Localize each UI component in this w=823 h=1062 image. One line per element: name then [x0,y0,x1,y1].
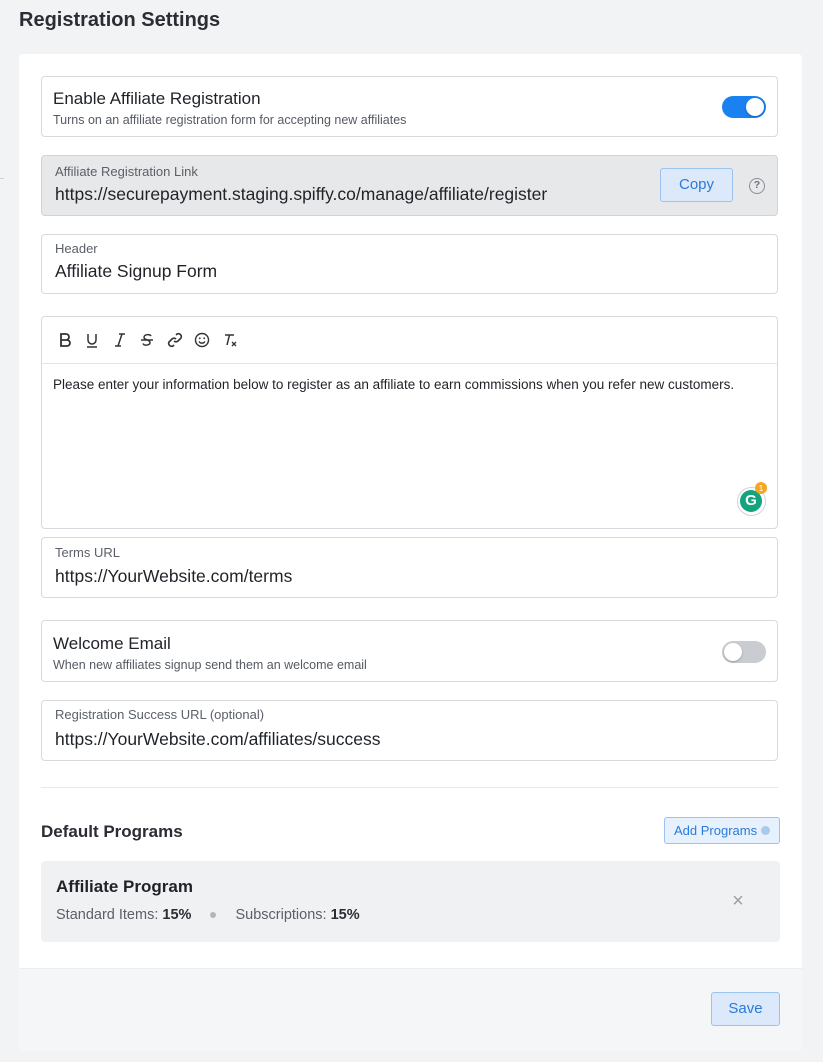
enable-registration-description: Turns on an affiliate registration form … [53,113,407,127]
bold-icon[interactable] [56,331,74,349]
description-editor: Please enter your information below to r… [41,316,778,529]
grammarly-icon[interactable]: G 1 [737,482,767,516]
remove-program-icon[interactable]: × [729,891,747,911]
enable-registration-row: Enable Affiliate Registration Turns on a… [41,76,778,137]
terms-url-label: Terms URL [55,545,121,560]
help-icon[interactable]: ? [749,178,765,194]
italic-icon[interactable] [111,331,129,349]
grammarly-count-badge: 1 [755,482,767,494]
enable-registration-toggle[interactable] [722,96,766,118]
settings-card: Enable Affiliate Registration Turns on a… [19,54,802,1051]
default-programs-title: Default Programs [41,822,183,841]
card-footer: Save [19,968,802,1051]
toggle-knob [724,643,742,661]
registration-link-field: Affiliate Registration Link https://secu… [41,155,778,216]
terms-url-field[interactable]: Terms URL https://YourWebsite.com/terms [41,537,778,598]
program-name: Affiliate Program [56,877,193,896]
program-card: Affiliate Program Standard Items: 15% Su… [41,861,780,942]
header-field-label: Header [55,241,98,256]
success-url-label: Registration Success URL (optional) [55,707,265,722]
editor-content[interactable]: Please enter your information below to r… [53,375,743,395]
success-url-field[interactable]: Registration Success URL (optional) http… [41,700,778,761]
subscriptions-label: Subscriptions: [235,907,327,923]
page-title: Registration Settings [19,9,221,31]
header-field-value[interactable]: Affiliate Signup Form [55,261,217,282]
section-divider [41,787,778,788]
separator-dot [210,912,217,919]
toggle-knob [746,98,764,116]
editor-toolbar [42,317,777,364]
clear-format-icon[interactable] [221,331,239,349]
registration-link-value[interactable]: https://securepayment.staging.spiffy.co/… [55,184,547,205]
underline-icon[interactable] [83,331,101,349]
standard-items-value: 15% [162,907,192,923]
welcome-email-title: Welcome Email [53,634,171,653]
add-programs-label: Add Programs [674,823,758,838]
add-programs-button[interactable]: Add Programs [664,817,780,844]
welcome-email-description: When new affiliates signup send them an … [53,658,367,672]
welcome-email-toggle[interactable] [722,641,766,663]
program-commissions: Standard Items: 15% Subscriptions: 15% [56,907,360,923]
welcome-email-row: Welcome Email When new affiliates signup… [41,620,778,682]
success-url-value[interactable]: https://YourWebsite.com/affiliates/succe… [55,729,381,750]
enable-registration-title: Enable Affiliate Registration [53,89,261,108]
edge-marker [0,178,4,179]
save-button[interactable]: Save [711,992,780,1026]
header-field[interactable]: Header Affiliate Signup Form [41,234,778,294]
standard-items-label: Standard Items: [56,907,159,923]
copy-button[interactable]: Copy [660,168,733,202]
terms-url-value[interactable]: https://YourWebsite.com/terms [55,566,292,587]
emoji-icon[interactable] [193,331,211,349]
subscriptions-value: 15% [330,907,360,923]
link-icon[interactable] [166,331,184,349]
strikethrough-icon[interactable] [138,331,156,349]
add-programs-icon [761,826,770,835]
registration-link-label: Affiliate Registration Link [55,164,198,179]
